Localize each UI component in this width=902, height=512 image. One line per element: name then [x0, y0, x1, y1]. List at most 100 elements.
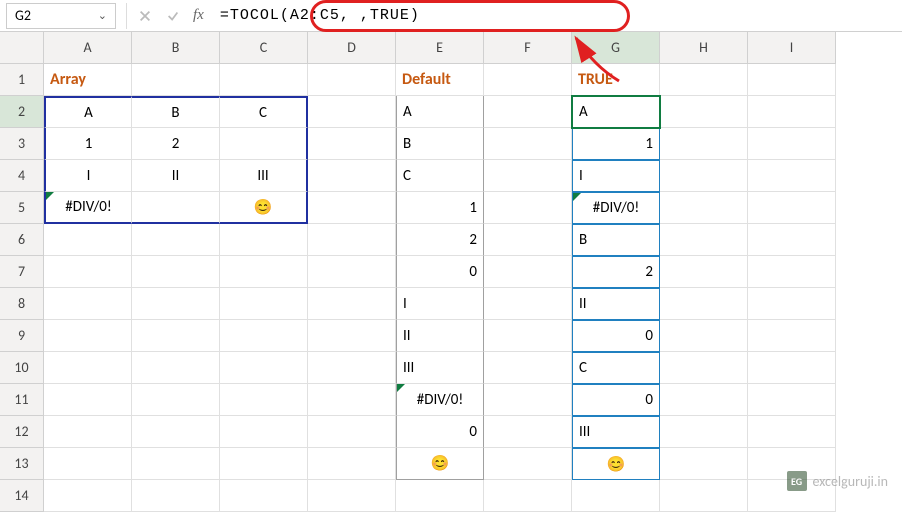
- cell-H9[interactable]: [660, 320, 748, 352]
- cell-A11[interactable]: [44, 384, 132, 416]
- cell-E9[interactable]: II: [396, 320, 484, 352]
- cell-D14[interactable]: [308, 480, 396, 512]
- cell-I8[interactable]: [748, 288, 836, 320]
- cell-H7[interactable]: [660, 256, 748, 288]
- spreadsheet-grid[interactable]: A B C D E F G H I 1 Array Default TRUE 2…: [0, 32, 902, 512]
- cell-F11[interactable]: [484, 384, 572, 416]
- cell-E4[interactable]: C: [396, 160, 484, 192]
- cell-G5[interactable]: #DIV/0!: [572, 192, 660, 224]
- cell-A13[interactable]: [44, 448, 132, 480]
- cell-I2[interactable]: [748, 96, 836, 128]
- cell-D11[interactable]: [308, 384, 396, 416]
- row-header-7[interactable]: 7: [0, 256, 44, 288]
- col-header-H[interactable]: H: [660, 32, 748, 64]
- cell-C9[interactable]: [220, 320, 308, 352]
- cell-D3[interactable]: [308, 128, 396, 160]
- cell-D6[interactable]: [308, 224, 396, 256]
- row-header-9[interactable]: 9: [0, 320, 44, 352]
- cell-I11[interactable]: [748, 384, 836, 416]
- cell-B13[interactable]: [132, 448, 220, 480]
- cell-B3[interactable]: 2: [132, 128, 220, 160]
- cell-F3[interactable]: [484, 128, 572, 160]
- col-header-A[interactable]: A: [44, 32, 132, 64]
- cell-I6[interactable]: [748, 224, 836, 256]
- cell-F12[interactable]: [484, 416, 572, 448]
- row-header-2[interactable]: 2: [0, 96, 44, 128]
- cell-H12[interactable]: [660, 416, 748, 448]
- col-header-E[interactable]: E: [396, 32, 484, 64]
- cell-D8[interactable]: [308, 288, 396, 320]
- cell-H11[interactable]: [660, 384, 748, 416]
- cell-H10[interactable]: [660, 352, 748, 384]
- cell-B4[interactable]: II: [132, 160, 220, 192]
- cell-D5[interactable]: [308, 192, 396, 224]
- cell-C6[interactable]: [220, 224, 308, 256]
- cell-I5[interactable]: [748, 192, 836, 224]
- cell-F6[interactable]: [484, 224, 572, 256]
- cell-F1[interactable]: [484, 64, 572, 96]
- row-header-11[interactable]: 11: [0, 384, 44, 416]
- cell-H14[interactable]: [660, 480, 748, 512]
- cell-H4[interactable]: [660, 160, 748, 192]
- cell-C8[interactable]: [220, 288, 308, 320]
- cell-H6[interactable]: [660, 224, 748, 256]
- cell-C10[interactable]: [220, 352, 308, 384]
- cell-B14[interactable]: [132, 480, 220, 512]
- row-header-4[interactable]: 4: [0, 160, 44, 192]
- cell-F8[interactable]: [484, 288, 572, 320]
- cell-E13[interactable]: 😊: [396, 448, 484, 480]
- cell-F10[interactable]: [484, 352, 572, 384]
- row-header-1[interactable]: 1: [0, 64, 44, 96]
- cell-I4[interactable]: [748, 160, 836, 192]
- cell-D12[interactable]: [308, 416, 396, 448]
- formula-input[interactable]: =TOCOL(A2:C5, ,TRUE): [210, 3, 902, 29]
- cell-E5[interactable]: 1: [396, 192, 484, 224]
- cell-C12[interactable]: [220, 416, 308, 448]
- confirm-formula-button[interactable]: [159, 3, 187, 29]
- cell-B12[interactable]: [132, 416, 220, 448]
- cancel-formula-button[interactable]: [131, 3, 159, 29]
- cell-F5[interactable]: [484, 192, 572, 224]
- row-header-6[interactable]: 6: [0, 224, 44, 256]
- cell-I3[interactable]: [748, 128, 836, 160]
- cell-F2[interactable]: [484, 96, 572, 128]
- cell-C3[interactable]: [220, 128, 308, 160]
- cell-A8[interactable]: [44, 288, 132, 320]
- cell-B7[interactable]: [132, 256, 220, 288]
- cell-F13[interactable]: [484, 448, 572, 480]
- col-header-D[interactable]: D: [308, 32, 396, 64]
- cell-D13[interactable]: [308, 448, 396, 480]
- cell-D1[interactable]: [308, 64, 396, 96]
- cell-B9[interactable]: [132, 320, 220, 352]
- cell-C11[interactable]: [220, 384, 308, 416]
- cell-G9[interactable]: 0: [572, 320, 660, 352]
- cell-C7[interactable]: [220, 256, 308, 288]
- row-header-5[interactable]: 5: [0, 192, 44, 224]
- cell-H5[interactable]: [660, 192, 748, 224]
- cell-G6[interactable]: B: [572, 224, 660, 256]
- cell-G1[interactable]: TRUE: [572, 64, 660, 96]
- col-header-G[interactable]: G: [572, 32, 660, 64]
- cell-H2[interactable]: [660, 96, 748, 128]
- row-header-3[interactable]: 3: [0, 128, 44, 160]
- cell-E3[interactable]: B: [396, 128, 484, 160]
- cell-G7[interactable]: 2: [572, 256, 660, 288]
- fx-icon[interactable]: fx: [193, 7, 204, 24]
- cell-D9[interactable]: [308, 320, 396, 352]
- cell-A1[interactable]: Array: [44, 64, 132, 96]
- cell-B10[interactable]: [132, 352, 220, 384]
- col-header-B[interactable]: B: [132, 32, 220, 64]
- cell-F9[interactable]: [484, 320, 572, 352]
- cell-F4[interactable]: [484, 160, 572, 192]
- cell-I12[interactable]: [748, 416, 836, 448]
- cell-G2[interactable]: A: [572, 96, 660, 128]
- name-box[interactable]: G2 ⌄: [6, 3, 116, 29]
- cell-C4[interactable]: III: [220, 160, 308, 192]
- row-header-13[interactable]: 13: [0, 448, 44, 480]
- cell-E14[interactable]: [396, 480, 484, 512]
- cell-G8[interactable]: II: [572, 288, 660, 320]
- col-header-I[interactable]: I: [748, 32, 836, 64]
- row-header-8[interactable]: 8: [0, 288, 44, 320]
- cell-A4[interactable]: I: [44, 160, 132, 192]
- cell-H3[interactable]: [660, 128, 748, 160]
